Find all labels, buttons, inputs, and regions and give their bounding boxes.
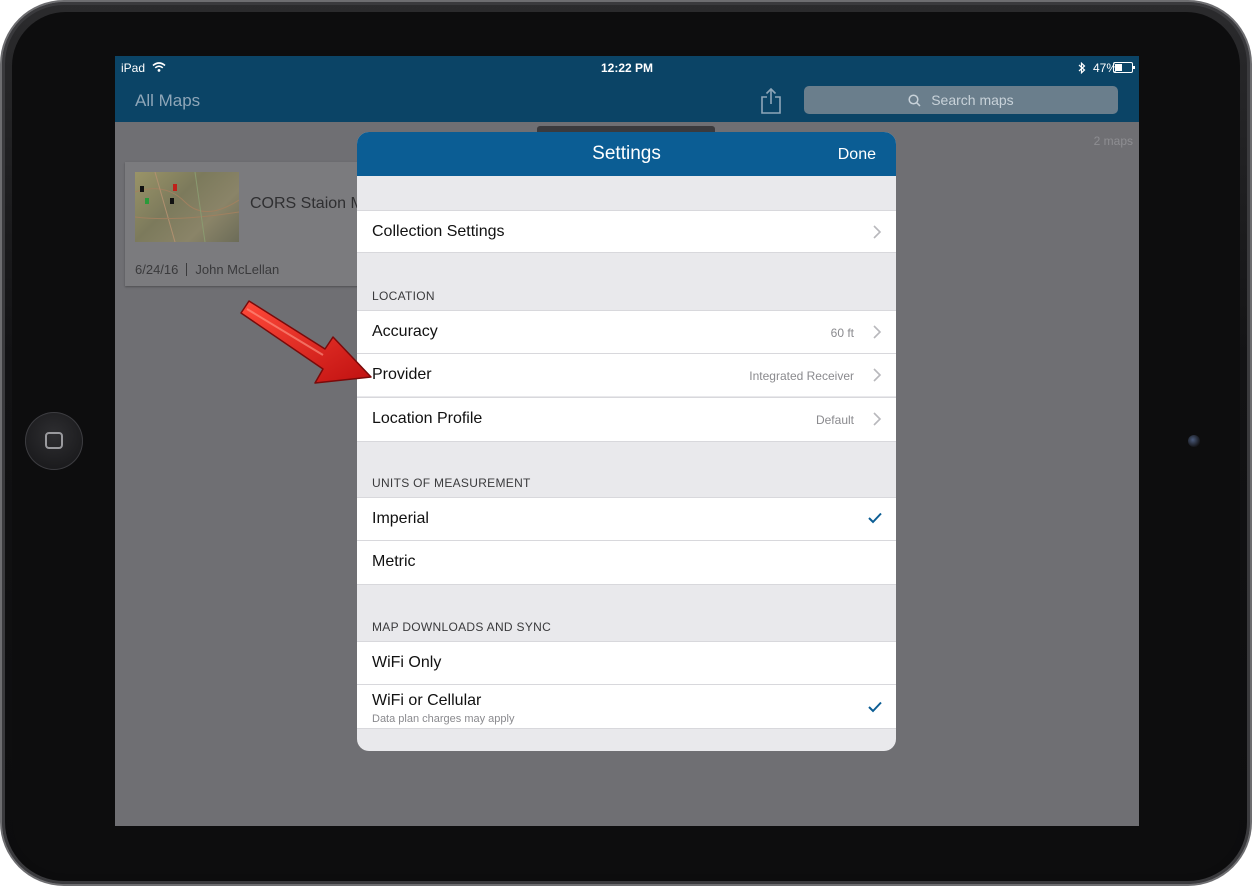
- red-arrow-annotation: [240, 300, 372, 384]
- map-meta: 6/24/16 John McLellan: [135, 262, 279, 277]
- wifi-or-cellular-row[interactable]: WiFi or Cellular Data plan charges may a…: [357, 684, 896, 729]
- modal-title: Settings: [592, 143, 661, 164]
- provider-value: Integrated Receiver: [749, 369, 854, 383]
- wifi-only-row[interactable]: WiFi Only: [357, 641, 896, 684]
- chevron-right-icon: [873, 225, 882, 239]
- location-section-header: LOCATION: [372, 289, 435, 303]
- location-profile-row[interactable]: Location Profile Default: [357, 397, 896, 442]
- collection-settings-row[interactable]: Collection Settings: [357, 210, 896, 253]
- chevron-right-icon: [873, 325, 882, 339]
- checkmark-icon: [868, 512, 882, 524]
- accuracy-row[interactable]: Accuracy 60 ft: [357, 310, 896, 353]
- wifi-or-cellular-label: WiFi or Cellular: [372, 692, 482, 709]
- battery-icon: [1113, 62, 1135, 73]
- map-thumbnail-graphic: [134, 171, 240, 243]
- navbar: All Maps Search maps: [115, 80, 1139, 122]
- location-profile-label: Location Profile: [372, 410, 483, 427]
- provider-row[interactable]: Provider Integrated Receiver: [357, 353, 896, 396]
- done-button[interactable]: Done: [838, 146, 876, 164]
- map-author: John McLellan: [195, 262, 280, 277]
- wifi-or-cellular-subtitle: Data plan charges may apply: [372, 713, 515, 725]
- nav-title-all-maps[interactable]: All Maps: [135, 91, 200, 111]
- home-button[interactable]: [25, 412, 83, 470]
- status-right: 47%: [1078, 61, 1117, 75]
- map-card[interactable]: CORS Staion M 6/24/16 John McLellan: [125, 162, 365, 286]
- accuracy-label: Accuracy: [372, 323, 438, 340]
- accuracy-value: 60 ft: [830, 326, 854, 340]
- location-profile-value: Default: [815, 413, 854, 427]
- bluetooth-icon: [1078, 61, 1086, 75]
- modal-header: Settings Done: [357, 132, 896, 176]
- collection-settings-label: Collection Settings: [372, 223, 505, 240]
- search-placeholder: Search maps: [931, 92, 1014, 108]
- chevron-right-icon: [873, 368, 882, 382]
- imperial-label: Imperial: [372, 510, 429, 527]
- search-icon: [908, 94, 921, 107]
- metric-row[interactable]: Metric: [357, 540, 896, 585]
- home-square-icon: [45, 432, 63, 449]
- map-name: CORS Staion M: [250, 195, 364, 212]
- map-date: 6/24/16: [135, 262, 179, 277]
- wifi-only-label: WiFi Only: [372, 654, 442, 671]
- share-icon[interactable]: [758, 87, 784, 115]
- status-time: 12:22 PM: [600, 61, 654, 75]
- checkmark-icon: [868, 701, 882, 713]
- downloads-section-header: MAP DOWNLOADS AND SYNC: [372, 620, 552, 634]
- status-bar: iPad 12:22 PM 47%: [115, 56, 1139, 80]
- imperial-row[interactable]: Imperial: [357, 497, 896, 540]
- map-thumbnail: [134, 171, 240, 243]
- camera-icon: [1188, 435, 1200, 447]
- units-section-header: UNITS OF MEASUREMENT: [372, 476, 531, 490]
- metric-label: Metric: [372, 553, 416, 570]
- search-input[interactable]: Search maps: [804, 86, 1118, 114]
- meta-separator: [186, 263, 188, 276]
- settings-modal: Settings Done Collection Settings LOCATI…: [357, 132, 896, 751]
- chevron-right-icon: [873, 412, 882, 426]
- map-count: 2 maps: [1093, 134, 1133, 148]
